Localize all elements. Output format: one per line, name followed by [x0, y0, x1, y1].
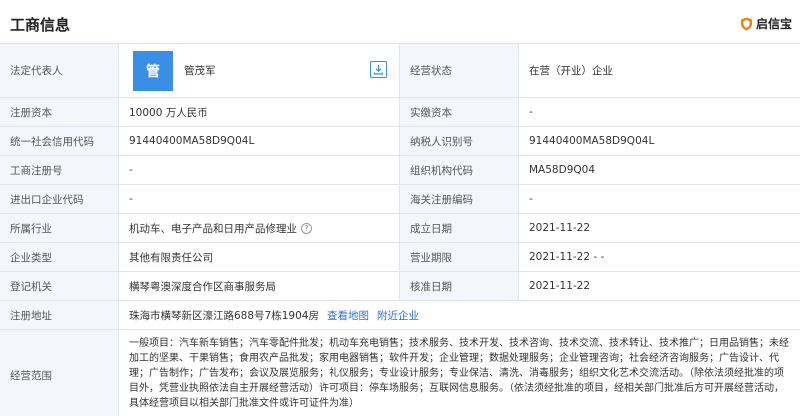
- nearby-companies-link[interactable]: 附近企业: [377, 308, 419, 323]
- row-label: 成立日期: [400, 214, 519, 242]
- row-label: 海关注册编码: [400, 185, 519, 213]
- help-circle-icon[interactable]: ?: [301, 222, 312, 234]
- status-label: 经营状态: [400, 44, 519, 97]
- row-value: -: [529, 193, 533, 205]
- table-row: 进出口企业代码 - 海关注册编码 -: [0, 185, 800, 214]
- row-value: 91440400MA58D9Q04L: [119, 127, 400, 155]
- row-label: 注册资本: [0, 98, 119, 126]
- scope-label: 经营范围: [0, 330, 119, 416]
- table-row: 登记机关 横琴粤澳深度合作区商事服务局 核准日期 2021-11-22: [0, 272, 800, 301]
- download-button[interactable]: [370, 61, 387, 78]
- row-label: 登记机关: [0, 272, 119, 300]
- row-label: 纳税人识别号: [400, 127, 519, 155]
- row-value: 其他有限责任公司: [119, 243, 400, 271]
- shield-icon: [740, 17, 752, 30]
- row-value: -: [529, 106, 533, 118]
- row-value: 横琴粤澳深度合作区商事服务局: [119, 272, 400, 300]
- row-value: 2021-11-22: [529, 280, 591, 292]
- row-value: -: [119, 185, 400, 213]
- avatar[interactable]: 管: [133, 50, 173, 91]
- table-row: 法定代表人 管 管茂军 经营状态 在营（开业）企业: [0, 44, 800, 98]
- row-label: 企业类型: [0, 243, 119, 271]
- row-label: 营业期限: [400, 243, 519, 271]
- download-icon: [373, 65, 384, 75]
- business-info-table: 法定代表人 管 管茂军 经营状态 在营（开业）企业 注册资本 10000 万人民…: [0, 43, 800, 416]
- row-label: 核准日期: [400, 272, 519, 300]
- row-label: 所属行业: [0, 214, 119, 242]
- row-value: -: [119, 156, 400, 184]
- table-row: 所属行业 机动车、电子产品和日用产品修理业 ? 成立日期 2021-11-22: [0, 214, 800, 243]
- address-cell: 珠海市横琴新区濠江路688号7栋1904房 查看地图 附近企业: [119, 301, 800, 329]
- row-label: 实缴资本: [400, 98, 519, 126]
- industry-cell: 机动车、电子产品和日用产品修理业 ?: [119, 214, 400, 242]
- section-header: 工商信息 启信宝: [0, 0, 800, 44]
- legal-rep-name[interactable]: 管茂军: [184, 63, 216, 78]
- address-label: 注册地址: [0, 301, 119, 329]
- address-value: 珠海市横琴新区濠江路688号7栋1904房: [129, 309, 319, 322]
- row-label: 工商注册号: [0, 156, 119, 184]
- brand-name: 启信宝: [755, 17, 792, 31]
- page-title: 工商信息: [10, 16, 71, 34]
- table-row: 注册资本 10000 万人民币 实缴资本 -: [0, 98, 800, 127]
- row-value: 2021-11-22 - -: [529, 251, 605, 263]
- legal-rep-cell: 管 管茂军: [119, 44, 400, 97]
- scope-value: 一般项目：汽车新车销售；汽车零配件批发；机动车充电销售；技术服务、技术开发、技术…: [129, 338, 789, 409]
- table-row: 企业类型 其他有限责任公司 营业期限 2021-11-22 - -: [0, 243, 800, 272]
- table-row: 统一社会信用代码 91440400MA58D9Q04L 纳税人识别号 91440…: [0, 127, 800, 156]
- row-label: 统一社会信用代码: [0, 127, 119, 155]
- row-value: 91440400MA58D9Q04L: [529, 135, 655, 147]
- view-map-link[interactable]: 查看地图: [327, 308, 369, 323]
- brand-logo: 启信宝: [740, 15, 792, 32]
- table-row: 注册地址 珠海市横琴新区濠江路688号7栋1904房 查看地图 附近企业: [0, 301, 800, 330]
- legal-rep-label: 法定代表人: [0, 44, 119, 97]
- row-value: 10000 万人民币: [119, 98, 400, 126]
- row-label: 组织机构代码: [400, 156, 519, 184]
- status-value: 在营（开业）企业: [529, 65, 613, 77]
- row-label: 进出口企业代码: [0, 185, 119, 213]
- row-value: 2021-11-22: [529, 222, 591, 234]
- row-value: MA58D9Q04: [529, 164, 595, 176]
- table-row: 工商注册号 - 组织机构代码 MA58D9Q04: [0, 156, 800, 185]
- row-value: 机动车、电子产品和日用产品修理业: [129, 222, 297, 235]
- table-row: 经营范围 一般项目：汽车新车销售；汽车零配件批发；机动车充电销售；技术服务、技术…: [0, 330, 800, 416]
